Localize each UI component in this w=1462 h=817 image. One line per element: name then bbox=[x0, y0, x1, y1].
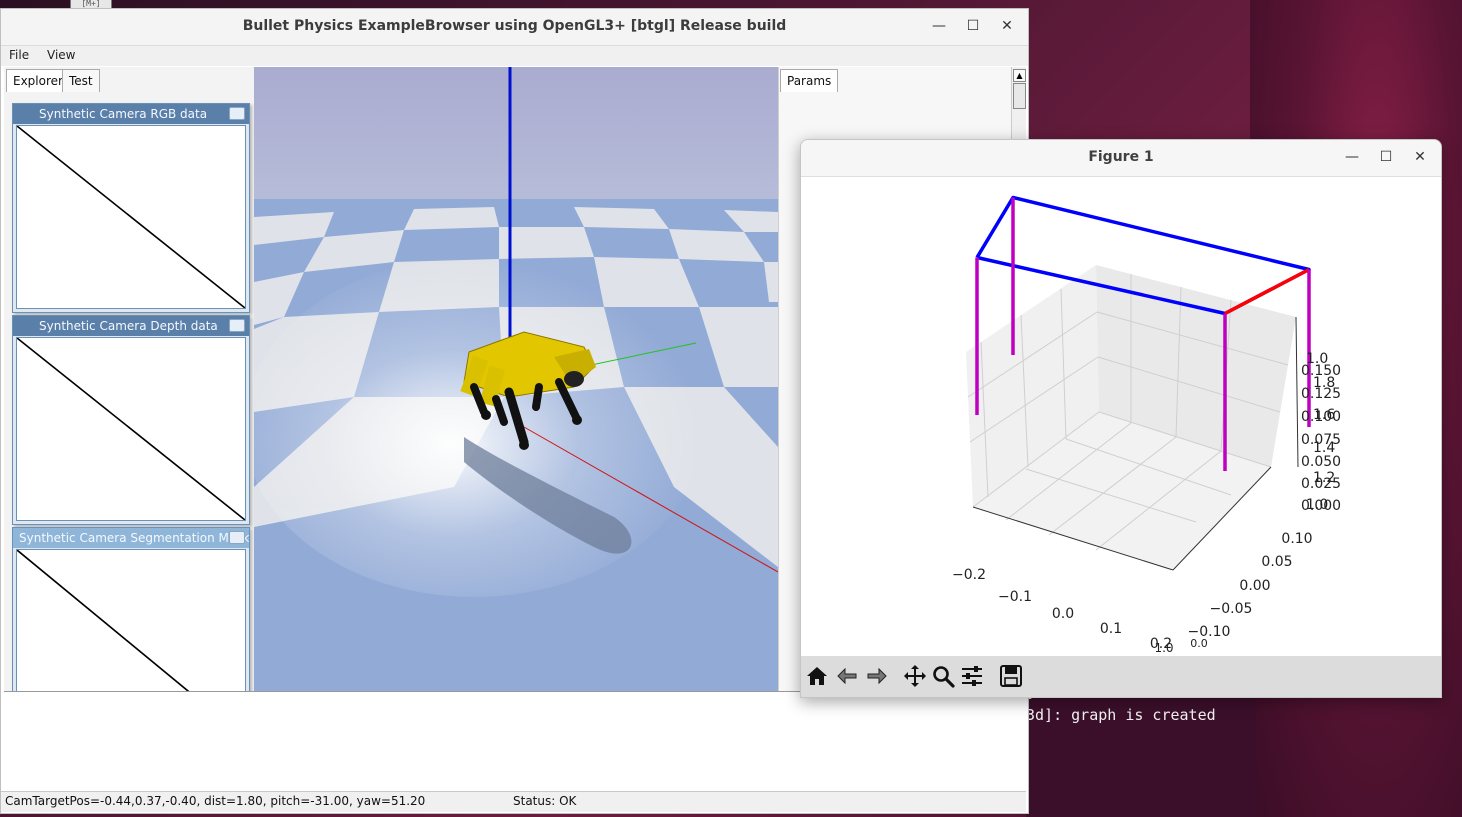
forward-icon[interactable] bbox=[864, 663, 890, 689]
z-tick-overlay: 1.0 bbox=[1306, 497, 1328, 513]
z-tick-overlay: 1.4 bbox=[1313, 440, 1335, 456]
figure-maximize-icon[interactable]: ☐ bbox=[1375, 146, 1397, 168]
tab-test[interactable]: Test bbox=[62, 69, 100, 92]
camera-depth-minimize-button[interactable] bbox=[229, 319, 245, 332]
camera-rgb-minimize-button[interactable] bbox=[229, 107, 245, 120]
scroll-up-icon[interactable]: ▲ bbox=[1013, 69, 1026, 82]
y-tick: 0.05 bbox=[1261, 554, 1292, 570]
camera-rgb-title[interactable]: Synthetic Camera RGB data bbox=[13, 104, 249, 124]
figure-close-icon[interactable]: ✕ bbox=[1409, 146, 1431, 168]
menu-view[interactable]: View bbox=[47, 48, 75, 62]
z-tick-overlay: 1.6 bbox=[1313, 407, 1335, 423]
configure-icon[interactable] bbox=[959, 663, 985, 689]
x-tick: 0.0 bbox=[1052, 606, 1074, 622]
z-tick-overlay: 1.0 bbox=[1306, 351, 1328, 367]
sky bbox=[254, 67, 778, 207]
z-tick-overlay: 1.8 bbox=[1313, 375, 1335, 391]
statusbar: CamTargetPos=-0.44,0.37,-0.40, dist=1.80… bbox=[1, 791, 1026, 812]
menu-file[interactable]: File bbox=[9, 48, 29, 62]
x-tick: −0.2 bbox=[952, 567, 986, 583]
tab-params[interactable]: Params bbox=[780, 69, 839, 92]
status-camera-info: CamTargetPos=-0.44,0.37,-0.40, dist=1.80… bbox=[5, 794, 426, 808]
camera-segmentation-minimize-button[interactable] bbox=[229, 531, 245, 544]
console-area bbox=[4, 691, 1025, 792]
scroll-thumb[interactable] bbox=[1013, 83, 1026, 109]
pan-icon[interactable] bbox=[902, 663, 928, 689]
x-tick: 0.1 bbox=[1100, 621, 1122, 637]
camera-rgb-image bbox=[16, 125, 246, 309]
figure-titlebar[interactable]: Figure 1 — ☐ ✕ bbox=[801, 140, 1441, 177]
camera-depth-image bbox=[16, 337, 246, 521]
bullet-window-title: Bullet Physics ExampleBrowser using Open… bbox=[242, 18, 787, 34]
z-tick-overlay: 1.2 bbox=[1313, 470, 1335, 486]
back-icon[interactable] bbox=[834, 663, 860, 689]
explorer-panel: Explorer Test Synthetic Camera RGB data … bbox=[4, 67, 255, 743]
home-icon[interactable] bbox=[804, 663, 830, 689]
light-spot bbox=[254, 257, 704, 597]
x-tick-overlay: 1.0 bbox=[1154, 641, 1173, 655]
z-tick: 0.050 bbox=[1301, 454, 1341, 470]
camera-segmentation-title[interactable]: Synthetic Camera Segmentation Mask bbox=[13, 528, 249, 548]
minimize-icon[interactable]: — bbox=[928, 15, 950, 37]
3d-viewport[interactable] bbox=[254, 67, 778, 691]
plot-canvas[interactable]: −0.2 −0.1 0.0 0.1 0.2 1.0 −0.10 −0.05 0.… bbox=[801, 177, 1441, 656]
y-tick-overlay: 0.0 bbox=[1190, 637, 1208, 650]
zoom-icon[interactable] bbox=[930, 663, 956, 689]
menubar: File View bbox=[1, 46, 1028, 66]
status-text: Status: OK bbox=[513, 794, 577, 808]
bullet-titlebar[interactable]: Bullet Physics ExampleBrowser using Open… bbox=[1, 9, 1028, 46]
terminal-line: 3d]: graph is created bbox=[1026, 706, 1216, 724]
figure-toolbar bbox=[801, 656, 1441, 697]
y-tick: −0.05 bbox=[1210, 601, 1253, 617]
y-tick: 0.10 bbox=[1281, 531, 1312, 547]
maximize-icon[interactable]: ☐ bbox=[962, 15, 984, 37]
figure-window[interactable]: Figure 1 — ☐ ✕ −0.2 −0.1 0.0 0.1 0.2 1.0… bbox=[800, 139, 1442, 698]
params-scrollbar[interactable]: ▲ bbox=[1011, 67, 1026, 147]
camera-depth-window[interactable]: Synthetic Camera Depth data bbox=[12, 315, 250, 525]
series-line bbox=[1224, 267, 1310, 316]
tab-explorer[interactable]: Explorer bbox=[6, 69, 70, 92]
terminal-window[interactable]: s 3d]: graph is created bbox=[1026, 688, 1256, 817]
x-tick: −0.1 bbox=[998, 589, 1032, 605]
camera-rgb-window[interactable]: Synthetic Camera RGB data bbox=[12, 103, 250, 313]
figure-minimize-icon[interactable]: — bbox=[1341, 146, 1363, 168]
close-icon[interactable]: ✕ bbox=[996, 15, 1018, 37]
camera-depth-title[interactable]: Synthetic Camera Depth data bbox=[13, 316, 249, 336]
y-tick: 0.00 bbox=[1239, 578, 1270, 594]
save-icon[interactable] bbox=[998, 663, 1024, 689]
